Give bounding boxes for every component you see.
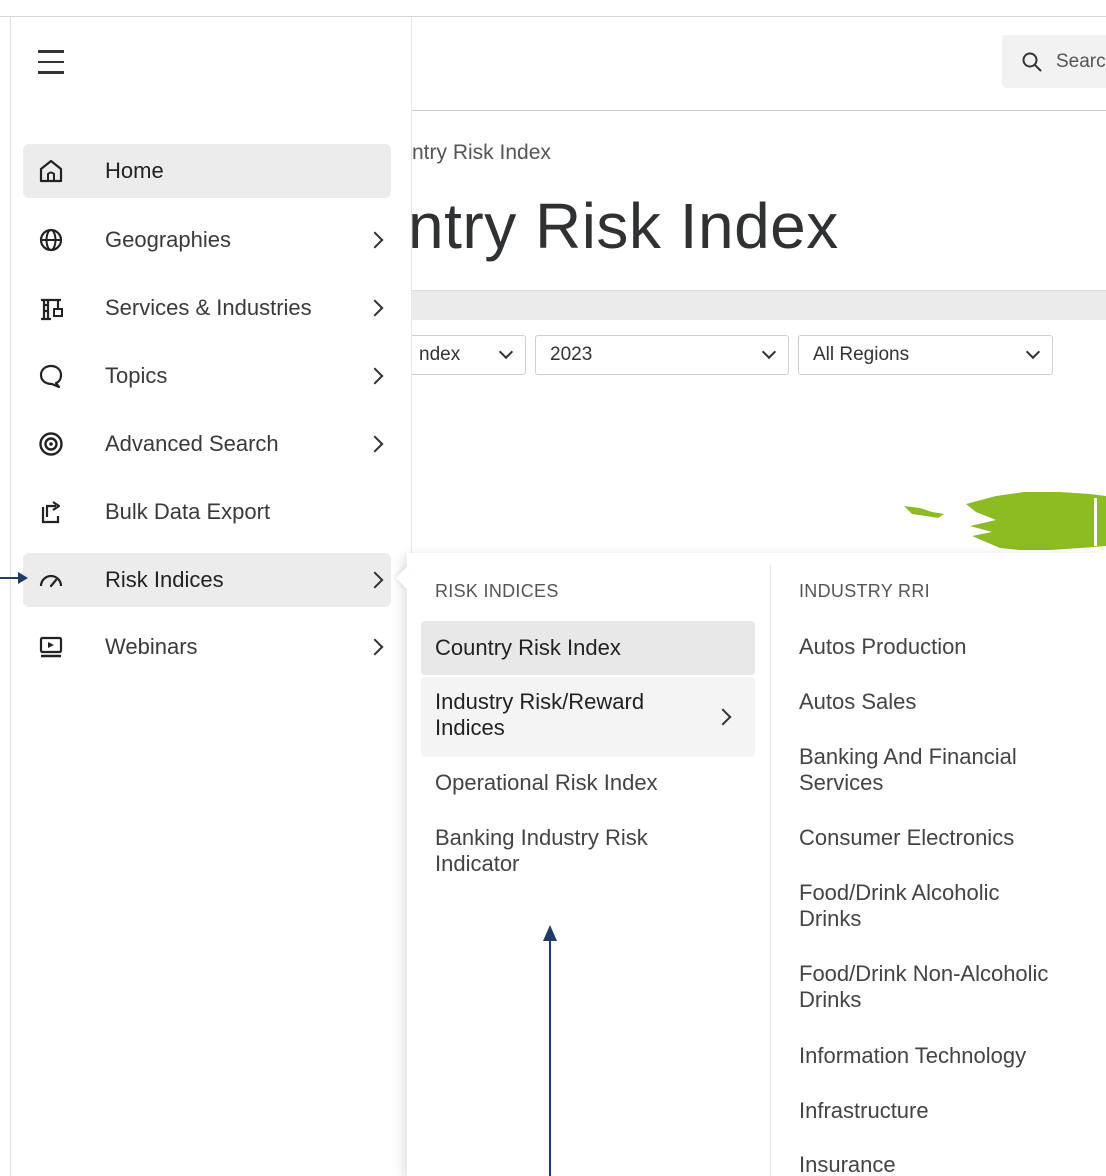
submenu-item-food-non-alcoholic[interactable]: Food/Drink Non-Alcoholic Drinks — [799, 961, 1089, 1013]
submenu-item-autos-production[interactable]: Autos Production — [799, 634, 1099, 660]
sidebar-item-home[interactable]: Home — [23, 144, 391, 198]
crane-icon — [37, 294, 65, 322]
region-select[interactable]: All Regions — [798, 335, 1053, 375]
search-box[interactable]: Searc — [1002, 35, 1106, 88]
submenu-item-autos-sales[interactable]: Autos Sales — [799, 689, 1099, 715]
search-input[interactable]: Searc — [1056, 51, 1106, 73]
sidebar-item-webinars[interactable]: Webinars — [23, 620, 391, 674]
index-select[interactable]: ndex — [404, 335, 526, 375]
sidebar-item-risk-indices[interactable]: Risk Indices — [23, 553, 391, 607]
chevron-down-icon — [761, 344, 777, 360]
column-divider — [770, 565, 771, 1176]
header-separator — [412, 110, 1106, 111]
sidebar-item-geographies[interactable]: Geographies — [23, 213, 391, 267]
search-icon — [1022, 52, 1042, 71]
sidebar-item-label: Risk Indices — [105, 567, 224, 592]
menu-item-label: Country Risk Index — [435, 635, 621, 660]
menu-item-label: Industry Risk/Reward Indices — [435, 689, 645, 740]
submenu-item-insurance[interactable]: Insurance — [799, 1152, 1099, 1176]
home-icon — [37, 157, 65, 185]
region-select-value: All Regions — [813, 344, 910, 365]
monitor-icon — [37, 633, 65, 661]
industry-rri-heading: INDUSTRY RRI — [799, 581, 930, 601]
submenu-item-consumer-electronics[interactable]: Consumer Electronics — [799, 825, 1099, 851]
sidebar-item-label: Home — [105, 158, 164, 183]
sidebar-item-label: Advanced Search — [105, 431, 279, 456]
export-icon — [37, 498, 65, 526]
chevron-right-icon — [714, 708, 732, 726]
submenu-item-banking-financial[interactable]: Banking And Financial Services — [799, 744, 1059, 796]
index-select-value: ndex — [419, 344, 461, 365]
tab-bar — [412, 290, 1106, 320]
submenu-item-food-alcoholic[interactable]: Food/Drink Alcoholic Drinks — [799, 880, 1039, 932]
sidebar-item-topics[interactable]: Topics — [23, 349, 391, 403]
chevron-right-icon — [366, 367, 384, 385]
sidebar-item-bulk-data-export[interactable]: Bulk Data Export — [23, 485, 391, 539]
year-select[interactable]: 2023 — [535, 335, 789, 375]
submenu-item-infrastructure[interactable]: Infrastructure — [799, 1098, 1099, 1124]
menu-item-operational-risk-index[interactable]: Operational Risk Index — [421, 758, 755, 810]
chevron-right-icon — [366, 299, 384, 317]
chevron-right-icon — [366, 231, 384, 249]
chevron-right-icon — [366, 571, 384, 589]
sidebar-item-advanced-search[interactable]: Advanced Search — [23, 417, 391, 471]
globe-icon — [37, 226, 65, 254]
page-title: ntry Risk Index — [408, 190, 839, 262]
speech-bubble-icon — [37, 362, 65, 390]
hamburger-menu-icon[interactable] — [38, 50, 64, 76]
sidebar-item-label: Services & Industries — [105, 295, 312, 320]
sidebar-item-label: Geographies — [105, 227, 231, 252]
menu-item-label: Banking Industry Risk Indicator — [435, 825, 648, 876]
sidebar-item-services-industries[interactable]: Services & Industries — [23, 281, 391, 335]
menu-item-country-risk-index[interactable]: Country Risk Index — [421, 621, 755, 675]
sidebar-item-label: Topics — [105, 363, 168, 388]
menu-item-label: Operational Risk Index — [435, 770, 658, 795]
breadcrumb[interactable]: ntry Risk Index — [412, 141, 551, 165]
sidebar-item-label: Webinars — [105, 634, 198, 659]
chevron-down-icon — [498, 344, 514, 360]
risk-indices-heading: RISK INDICES — [435, 581, 559, 601]
menu-item-banking-industry-risk[interactable]: Banking Industry Risk Indicator — [421, 813, 755, 893]
chevron-down-icon — [1025, 344, 1041, 360]
target-icon — [37, 430, 65, 458]
year-select-value: 2023 — [550, 344, 593, 365]
map-graphic — [904, 492, 1106, 550]
submenu-item-information-technology[interactable]: Information Technology — [799, 1043, 1099, 1069]
chevron-right-icon — [366, 638, 384, 656]
chevron-right-icon — [366, 435, 384, 453]
menu-item-industry-risk-reward[interactable]: Industry Risk/Reward Indices — [421, 677, 755, 757]
sidebar-item-label: Bulk Data Export — [105, 499, 271, 524]
gauge-icon — [37, 566, 65, 594]
